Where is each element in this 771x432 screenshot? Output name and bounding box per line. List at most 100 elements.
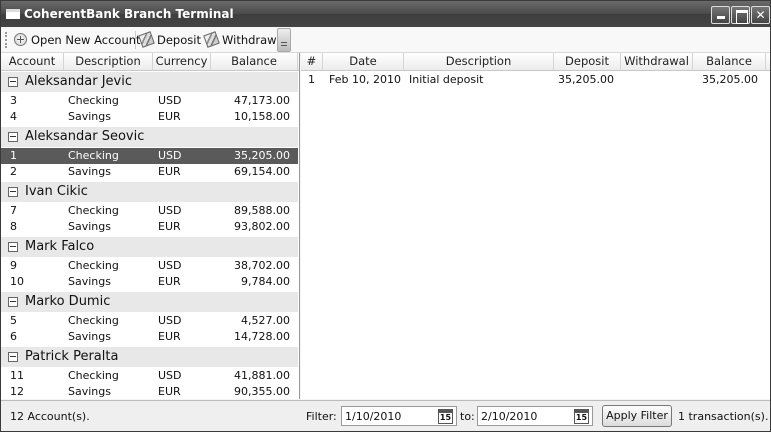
calendar-icon[interactable]: 15 xyxy=(438,409,453,424)
column-header-currency[interactable]: Currency xyxy=(153,53,211,71)
withdraw-label: Withdraw xyxy=(222,33,277,47)
collapse-icon[interactable] xyxy=(8,352,18,362)
account-number: 1 xyxy=(10,149,17,162)
account-balance: 14,728.00 xyxy=(234,330,290,343)
account-description: Savings xyxy=(68,330,111,343)
account-balance: 9,784.00 xyxy=(241,275,290,288)
account-row[interactable]: 2 Savings EUR 69,154.00 xyxy=(1,164,298,180)
account-number: 5 xyxy=(10,314,17,327)
table-row[interactable]: 1 Feb 10, 2010 Initial deposit 35,205.00… xyxy=(301,72,770,88)
account-number: 4 xyxy=(10,110,17,123)
account-row[interactable]: 6 Savings EUR 14,728.00 xyxy=(1,329,298,345)
toolbar-overflow-button[interactable] xyxy=(277,28,291,52)
to-label: to: xyxy=(460,410,475,423)
collapse-icon[interactable] xyxy=(8,187,18,197)
calendar-icon[interactable]: 15 xyxy=(574,409,589,424)
collapse-icon[interactable] xyxy=(8,297,18,307)
account-row[interactable]: 8 Savings EUR 93,802.00 xyxy=(1,219,298,235)
withdraw-button[interactable]: Withdraw xyxy=(203,30,277,50)
open-new-account-label: Open New Account xyxy=(31,33,141,47)
account-group-header[interactable]: Aleksandar Jevic xyxy=(1,72,298,92)
column-header-number[interactable]: # xyxy=(301,53,323,71)
account-balance: 4,527.00 xyxy=(241,314,290,327)
account-row[interactable]: 1 Checking USD 35,205.00 xyxy=(1,148,298,164)
account-row[interactable]: 11 Checking USD 41,881.00 xyxy=(1,368,298,384)
account-currency: USD xyxy=(158,94,182,107)
accounts-count: 12 Account(s). xyxy=(10,410,90,423)
account-currency: EUR xyxy=(158,330,181,343)
account-currency: EUR xyxy=(158,385,181,398)
account-balance: 93,802.00 xyxy=(234,220,290,233)
transaction-date: Feb 10, 2010 xyxy=(329,73,401,86)
account-balance: 47,173.00 xyxy=(234,94,290,107)
account-balance: 10,158.00 xyxy=(234,110,290,123)
collapse-icon[interactable] xyxy=(8,242,18,252)
customer-name: Patrick Peralta xyxy=(25,349,119,364)
account-currency: EUR xyxy=(158,110,181,123)
transactions-grid: # Date Description Deposit Withdrawal Ba… xyxy=(301,53,770,399)
account-group-header[interactable]: Patrick Peralta xyxy=(1,347,298,367)
account-currency: USD xyxy=(158,204,182,217)
account-description: Checking xyxy=(68,94,119,107)
collapse-icon[interactable] xyxy=(8,77,18,87)
account-description: Checking xyxy=(68,259,119,272)
minimize-icon xyxy=(712,7,729,23)
maximize-button[interactable] xyxy=(731,6,750,24)
maximize-icon xyxy=(732,7,749,24)
transaction-number: 1 xyxy=(308,73,315,86)
account-row[interactable]: 7 Checking USD 89,588.00 xyxy=(1,203,298,219)
column-header-withdrawal[interactable]: Withdrawal xyxy=(621,53,693,71)
account-description: Savings xyxy=(68,110,111,123)
window-title: CoherentBank Branch Terminal xyxy=(24,7,234,21)
deposit-button[interactable]: Deposit xyxy=(138,30,201,50)
customer-name: Aleksandar Jevic xyxy=(25,74,132,89)
transactions-count: 1 transaction(s). xyxy=(678,410,769,423)
account-currency: EUR xyxy=(158,165,181,178)
to-date-value: 2/10/2010 xyxy=(481,410,538,423)
account-balance: 35,205.00 xyxy=(234,149,290,162)
column-header-account[interactable]: Account xyxy=(1,53,64,71)
toolbar-grip[interactable] xyxy=(5,32,8,48)
customer-name: Mark Falco xyxy=(25,239,95,254)
title-bar[interactable]: CoherentBank Branch Terminal ✕ xyxy=(1,1,770,27)
column-header-deposit[interactable]: Deposit xyxy=(554,53,621,71)
account-row[interactable]: 3 Checking USD 47,173.00 xyxy=(1,93,298,109)
money-icon xyxy=(138,31,155,48)
open-new-account-button[interactable]: Open New Account xyxy=(14,30,141,50)
column-header-date[interactable]: Date xyxy=(323,53,404,71)
customer-name: Ivan Cikic xyxy=(25,184,88,199)
collapse-icon[interactable] xyxy=(8,132,18,142)
customer-name: Aleksandar Seovic xyxy=(25,129,145,144)
apply-filter-button[interactable]: Apply Filter xyxy=(602,405,672,427)
account-row[interactable]: 12 Savings EUR 90,355.00 xyxy=(1,384,298,399)
account-group-header[interactable]: Mark Falco xyxy=(1,237,298,257)
column-header-balance[interactable]: Balance xyxy=(693,53,766,71)
account-currency: USD xyxy=(158,369,182,382)
deposit-label: Deposit xyxy=(157,33,201,47)
column-header-description[interactable]: Description xyxy=(404,53,554,71)
transaction-deposit: 35,205.00 xyxy=(558,73,614,86)
account-group-header[interactable]: Aleksandar Seovic xyxy=(1,127,298,147)
account-group-header[interactable]: Marko Dumic xyxy=(1,292,298,312)
account-description: Checking xyxy=(68,369,119,382)
account-number: 8 xyxy=(10,220,17,233)
account-number: 7 xyxy=(10,204,17,217)
close-button[interactable]: ✕ xyxy=(751,6,770,24)
column-header-description[interactable]: Description xyxy=(64,53,153,71)
account-description: Checking xyxy=(68,204,119,217)
account-group-header[interactable]: Ivan Cikic xyxy=(1,182,298,202)
transactions-header: # Date Description Deposit Withdrawal Ba… xyxy=(301,53,770,71)
minimize-button[interactable] xyxy=(711,6,730,24)
account-row[interactable]: 5 Checking USD 4,527.00 xyxy=(1,313,298,329)
account-row[interactable]: 4 Savings EUR 10,158.00 xyxy=(1,109,298,125)
to-date-picker[interactable]: 2/10/2010 15 xyxy=(477,406,593,426)
add-icon xyxy=(14,33,27,46)
from-date-picker[interactable]: 1/10/2010 15 xyxy=(341,406,457,426)
accounts-header: Account Description Currency Balance xyxy=(1,53,299,71)
column-header-balance[interactable]: Balance xyxy=(211,53,298,71)
account-currency: USD xyxy=(158,149,182,162)
account-row[interactable]: 9 Checking USD 38,702.00 xyxy=(1,258,298,274)
account-description: Savings xyxy=(68,165,111,178)
account-row[interactable]: 10 Savings EUR 9,784.00 xyxy=(1,274,298,290)
account-description: Checking xyxy=(68,149,119,162)
